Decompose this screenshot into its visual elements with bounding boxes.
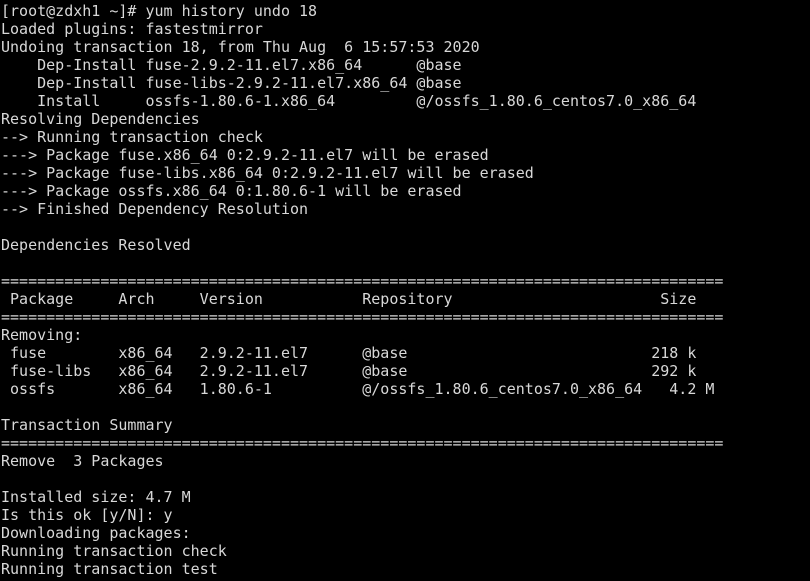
table-separator: ========================================… <box>1 308 724 326</box>
output-line: Downloading packages: <box>1 524 191 542</box>
output-line: Dep-Install fuse-2.9.2-11.el7.x86_64 @ba… <box>1 56 462 74</box>
table-row: ossfs x86_64 1.80.6-1 @/ossfs_1.80.6_cen… <box>1 380 715 398</box>
output-line: Undoing transaction 18, from Thu Aug 6 1… <box>1 38 480 56</box>
output-line: Transaction Summary <box>1 416 173 434</box>
command-text: yum history undo 18 <box>145 2 318 20</box>
output-line: Is this ok [y/N]: y <box>1 506 173 524</box>
output-line: ---> Package fuse-libs.x86_64 0:2.9.2-11… <box>1 164 534 182</box>
output-line: ---> Package ossfs.x86_64 0:1.80.6-1 wil… <box>1 182 462 200</box>
terminal-window[interactable]: [root@zdxh1 ~]# yum history undo 18 Load… <box>0 0 810 581</box>
output-line: Dep-Install fuse-libs-2.9.2-11.el7.x86_6… <box>1 74 462 92</box>
output-line: Remove 3 Packages <box>1 452 164 470</box>
table-separator: ========================================… <box>1 272 724 290</box>
output-line: --> Finished Dependency Resolution <box>1 200 309 218</box>
output-line: Installed size: 4.7 M <box>1 488 191 506</box>
shell-prompt: [root@zdxh1 ~]# <box>1 2 146 20</box>
output-line: Removing: <box>1 326 83 344</box>
output-line: --> Running transaction check <box>1 128 263 146</box>
output-line: ---> Package fuse.x86_64 0:2.9.2-11.el7 … <box>1 146 489 164</box>
table-header-row: Package Arch Version Repository Size <box>1 290 697 308</box>
output-line: Running transaction test <box>1 560 218 578</box>
table-row: fuse-libs x86_64 2.9.2-11.el7 @base 292 … <box>1 362 697 380</box>
output-line: Install ossfs-1.80.6-1.x86_64 @/ossfs_1.… <box>1 92 697 110</box>
table-row: fuse x86_64 2.9.2-11.el7 @base 218 k <box>1 344 697 362</box>
output-line: Resolving Dependencies <box>1 110 200 128</box>
output-line: Dependencies Resolved <box>1 236 191 254</box>
output-line: Loaded plugins: fastestmirror <box>1 20 263 38</box>
command-line: [root@zdxh1 ~]# yum history undo 18 <box>1 2 810 20</box>
table-separator: ========================================… <box>1 434 724 452</box>
output-line: Running transaction check <box>1 542 227 560</box>
